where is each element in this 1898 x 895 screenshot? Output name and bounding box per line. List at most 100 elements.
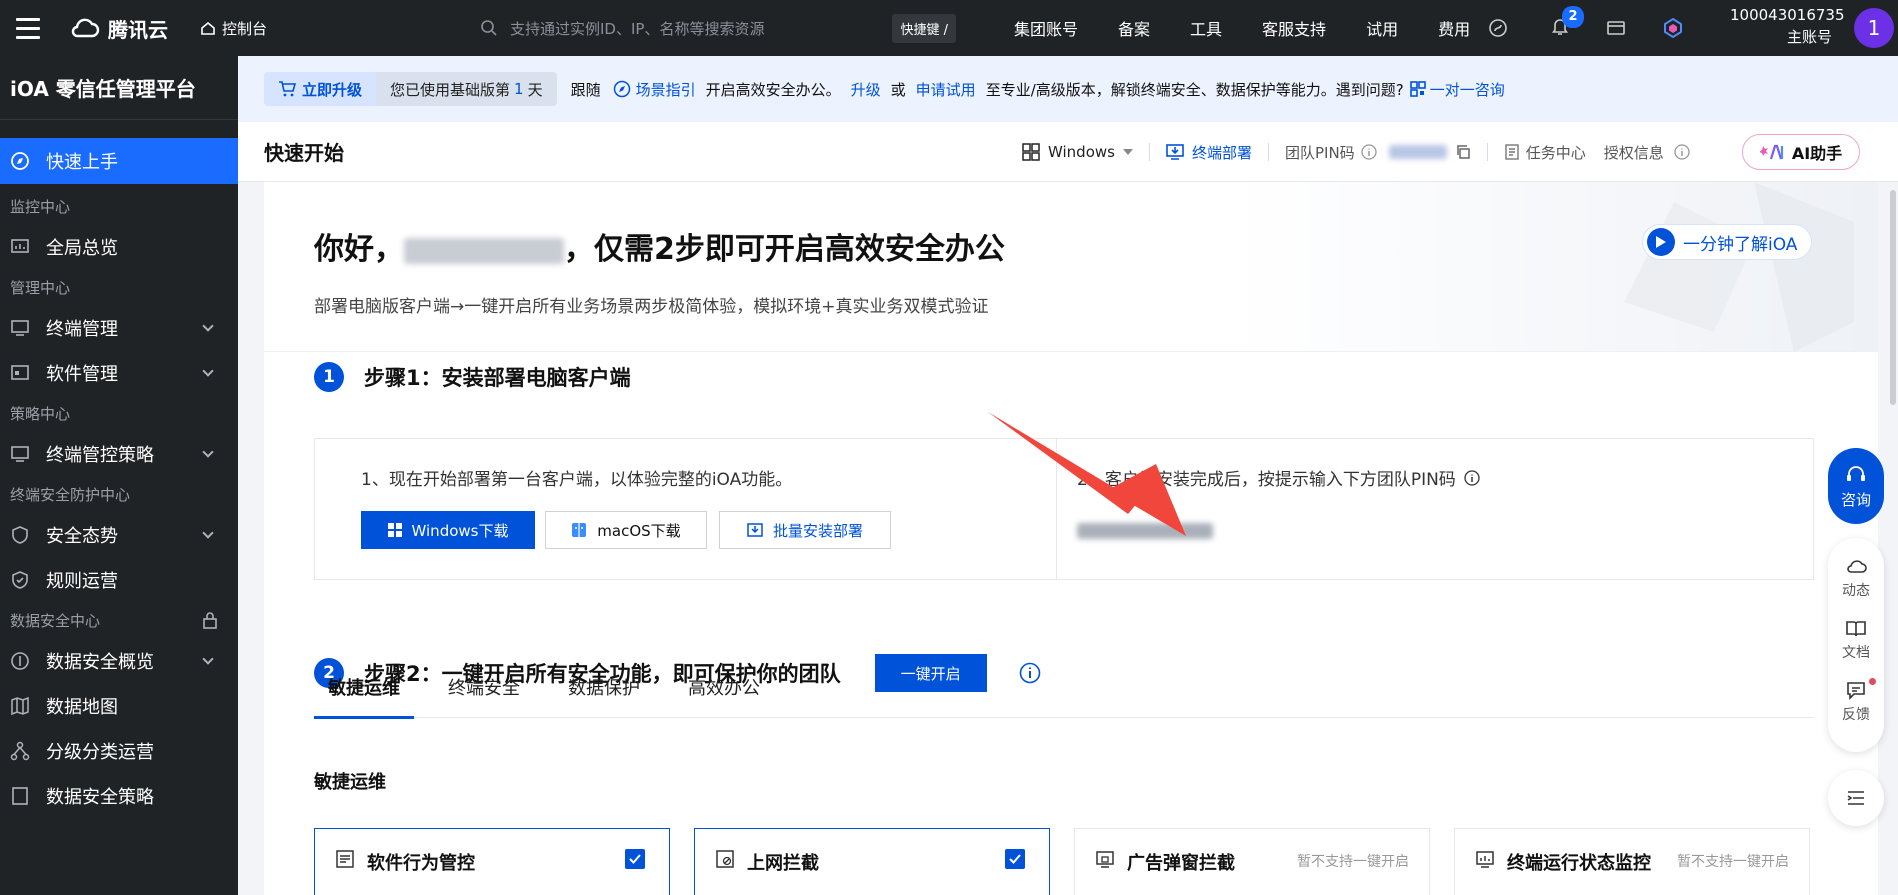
windows-download-button[interactable]: Windows下载 xyxy=(361,511,535,549)
info-icon[interactable] xyxy=(1674,144,1690,160)
step1-title: 步骤1：安装部署电脑客户端 xyxy=(364,366,631,390)
nav-support[interactable]: 客服支持 xyxy=(1262,16,1326,40)
feature-card-ad-block[interactable]: 广告弹窗拦截 暂不支持一键开启 xyxy=(1074,828,1430,895)
nav-tools[interactable]: 工具 xyxy=(1190,16,1222,40)
sidebar-item-quickstart[interactable]: 快速上手 xyxy=(0,138,238,184)
account-info[interactable]: 100043016735 主账号 xyxy=(1730,4,1845,48)
map-icon xyxy=(11,696,29,715)
nav-group-account[interactable]: 集团账号 xyxy=(1014,16,1078,40)
ai-assistant-button[interactable]: AI助手 xyxy=(1742,134,1860,170)
tab-data-protection[interactable]: 数据保护 xyxy=(554,674,654,718)
page-scrollbar[interactable] xyxy=(1890,190,1896,405)
os-select[interactable]: Windows xyxy=(1022,143,1133,161)
feedback-button[interactable]: 反馈 xyxy=(1842,678,1876,724)
banner-text: 至专业/高级版本，解锁终端安全、数据保护等能力。遇到问题? xyxy=(985,80,1404,99)
sidebar-item-label: 规则运营 xyxy=(46,570,118,592)
checkbox-checked[interactable] xyxy=(1005,849,1025,869)
sidebar-item-rule-ops[interactable]: 规则运营 xyxy=(0,557,238,602)
lock-icon xyxy=(203,612,217,629)
feature-card-software-control[interactable]: 软件行为管控 xyxy=(314,828,670,895)
page-header: 快速开始 Windows 终端部署 团队PIN码 任务中心 授权信息 AI助手 xyxy=(238,122,1898,182)
tickets-icon[interactable] xyxy=(1606,18,1626,38)
nav-billing[interactable]: 费用 xyxy=(1438,16,1470,40)
sidebar-item-data-map[interactable]: 数据地图 xyxy=(0,683,238,728)
task-center-link[interactable]: 任务中心 xyxy=(1504,142,1586,163)
feedback-label: 反馈 xyxy=(1842,707,1870,723)
sidebar-item-sec-posture[interactable]: 安全态势 xyxy=(0,512,238,557)
checkbox-checked[interactable] xyxy=(625,849,645,869)
tab-endpoint-security[interactable]: 终端安全 xyxy=(434,674,534,718)
sidebar-item-data-overview[interactable]: 数据安全概览 xyxy=(0,638,238,683)
docs-button[interactable]: 文档 xyxy=(1842,618,1870,662)
upgrade-link[interactable]: 升级 xyxy=(851,79,881,100)
search-input[interactable]: 支持通过实例ID、IP、名称等搜索资源 快捷键 / xyxy=(480,10,970,46)
product-logo-icon[interactable] xyxy=(1662,17,1684,39)
trial-link[interactable]: 申请试用 xyxy=(916,79,976,100)
info-icon[interactable] xyxy=(1361,144,1377,160)
tab-agile-ops[interactable]: 敏捷运维 xyxy=(314,674,414,719)
sidebar-item-software-mgmt[interactable]: 软件管理 xyxy=(0,350,238,395)
swirl-icon[interactable] xyxy=(1488,18,1508,38)
account-role: 主账号 xyxy=(1786,28,1832,46)
book-icon xyxy=(1846,621,1866,637)
sidebar-item-overview[interactable]: 全局总览 xyxy=(0,224,238,269)
cloud-logo-icon xyxy=(71,18,100,38)
batch-deploy-button[interactable]: 批量安装部署 xyxy=(719,511,891,549)
windows-icon xyxy=(387,523,402,537)
unread-dot xyxy=(1869,678,1876,685)
hero-title: 你好， ，仅需2步即可开启高效安全办公 xyxy=(314,224,1005,268)
group-data-sec: 数据安全中心 xyxy=(0,602,238,638)
consult-label: 一对一咨询 xyxy=(1429,80,1505,99)
nav-trial[interactable]: 试用 xyxy=(1366,16,1398,40)
license-label[interactable]: 授权信息 xyxy=(1604,142,1664,163)
feature-card-web-block[interactable]: 上网拦截 xyxy=(694,828,1050,895)
qr-icon xyxy=(1409,81,1426,97)
cloud-bell-icon xyxy=(1847,560,1867,573)
windows-icon xyxy=(1022,143,1040,161)
sidebar-item-label: 终端管理 xyxy=(46,318,118,340)
sidebar-item-label: 全局总览 xyxy=(46,237,118,259)
hero-section: 你好， ，仅需2步即可开启高效安全办公 部署电脑版客户端→一键开启所有业务场景两步… xyxy=(264,182,1878,352)
intro-video-button[interactable]: 一分钟了解iOA xyxy=(1642,224,1812,260)
avatar[interactable]: 1 xyxy=(1854,8,1894,48)
sidebar-item-endpoint-policy[interactable]: 终端管控策略 xyxy=(0,431,238,476)
hierarchy-icon xyxy=(10,741,30,760)
brand-name: 腾讯云 xyxy=(108,17,168,42)
chevron-down-icon xyxy=(202,364,214,377)
sidebar-item-classify-ops[interactable]: 分级分类运营 xyxy=(0,728,238,773)
deploy-link[interactable]: 终端部署 xyxy=(1166,142,1252,163)
group-label: 数据安全中心 xyxy=(10,611,101,630)
sidebar-item-data-policy[interactable]: 数据安全策略 xyxy=(0,773,238,818)
copy-icon[interactable] xyxy=(1455,144,1471,160)
scene-guide-link[interactable]: 场景指引 xyxy=(613,79,696,100)
top-nav: 集团账号 备案 工具 客服支持 试用 费用 xyxy=(1014,0,1510,56)
consult-float-label: 咨询 xyxy=(1840,490,1871,509)
compass-icon xyxy=(11,152,29,170)
sidebar-item-label: 分级分类运营 xyxy=(46,741,154,763)
nav-filing[interactable]: 备案 xyxy=(1118,16,1150,40)
dynamic-button[interactable]: 动态 xyxy=(1842,556,1870,600)
top-bar: 腾讯云 控制台 支持通过实例ID、IP、名称等搜索资源 快捷键 / 集团账号 备… xyxy=(0,0,1898,56)
main-content: 立即升级 您已使用基础版第 1 天 跟随 场景指引 开启高效安全办公。 升级 或… xyxy=(238,56,1898,895)
macos-download-button[interactable]: macOS下载 xyxy=(545,511,707,549)
ai-label: AI助手 xyxy=(1791,144,1843,163)
dynamic-label: 动态 xyxy=(1842,583,1870,599)
console-link[interactable]: 控制台 xyxy=(200,18,267,39)
tab-efficient-office[interactable]: 高效办公 xyxy=(674,674,774,718)
feature-card-status-monitor[interactable]: 终端运行状态监控 暂不支持一键开启 xyxy=(1454,828,1810,895)
consult-link[interactable]: 一对一咨询 xyxy=(1409,79,1505,100)
hero-subtitle: 部署电脑版客户端→一键开启所有业务场景两步极简体验，模拟环境+真实业务双模式验证 xyxy=(314,297,989,317)
sidebar-item-label: 数据安全概览 xyxy=(46,651,154,673)
menu-icon[interactable] xyxy=(0,0,56,56)
notification-bell-icon[interactable]: 2 xyxy=(1550,6,1584,40)
feature-name: 上网拦截 xyxy=(747,853,819,874)
consult-float-button[interactable]: 咨询 xyxy=(1828,448,1884,524)
info-icon[interactable] xyxy=(1464,469,1480,486)
brand-logo[interactable]: 腾讯云 xyxy=(70,14,168,43)
finder-icon xyxy=(572,523,587,537)
outline-menu-button[interactable] xyxy=(1828,770,1884,826)
upgrade-button[interactable]: 立即升级 xyxy=(264,72,377,106)
sidebar-item-endpoint-mgmt[interactable]: 终端管理 xyxy=(0,305,238,350)
step1-number: 1 xyxy=(314,362,344,392)
video-label: 一分钟了解iOA xyxy=(1683,234,1798,255)
